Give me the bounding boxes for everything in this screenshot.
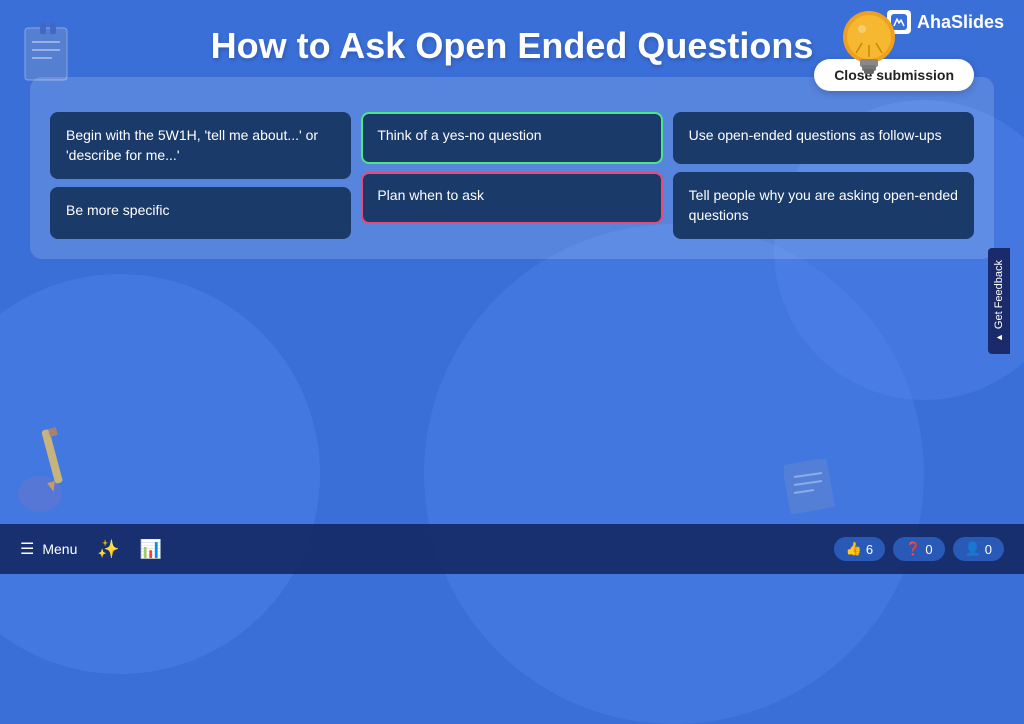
lightbulb-decoration xyxy=(834,5,904,100)
card-6[interactable]: Tell people why you are asking open-ende… xyxy=(673,172,974,239)
feedback-arrow-icon: ▲ xyxy=(994,333,1004,342)
user-stat: 👤 0 xyxy=(953,537,1004,561)
bottom-bar: ☰ Menu ✨ 📊 👍 6 ❓ 0 👤 0 xyxy=(0,524,1024,574)
card-5[interactable]: Use open-ended questions as follow-ups xyxy=(673,112,974,164)
page-title: How to Ask Open Ended Questions xyxy=(80,25,944,67)
user-count: 0 xyxy=(985,542,992,557)
hamburger-icon: ☰ xyxy=(20,539,34,559)
chart-icon[interactable]: 📊 xyxy=(140,539,162,560)
menu-button[interactable]: ☰ Menu xyxy=(20,539,77,559)
question-count: 0 xyxy=(925,542,932,557)
bottom-left-controls: ☰ Menu ✨ 📊 xyxy=(20,539,162,560)
thumbs-up-icon: 👍 xyxy=(846,541,862,557)
card-2[interactable]: Be more specific xyxy=(50,187,351,239)
content-area: Close submission Begin with the 5W1H, 't… xyxy=(30,77,994,259)
card-4[interactable]: Plan when to ask xyxy=(361,172,662,224)
thumbs-up-stat: 👍 6 xyxy=(834,537,885,561)
card-1[interactable]: Begin with the 5W1H, 'tell me about...' … xyxy=(50,112,351,179)
cards-grid: Begin with the 5W1H, 'tell me about...' … xyxy=(50,112,974,239)
menu-label: Menu xyxy=(42,541,77,557)
user-icon: 👤 xyxy=(965,541,981,557)
bottom-right-stats: 👍 6 ❓ 0 👤 0 xyxy=(834,537,1004,561)
deco-notepad-bottom xyxy=(784,459,844,519)
question-icon: ❓ xyxy=(905,541,921,557)
feedback-tab[interactable]: ▲ Get Feedback xyxy=(988,248,1010,354)
card-column-2: Think of a yes-no question Plan when to … xyxy=(361,112,662,239)
card-3[interactable]: Think of a yes-no question xyxy=(361,112,662,164)
card-column-3: Use open-ended questions as follow-ups T… xyxy=(673,112,974,239)
thumbs-up-count: 6 xyxy=(866,542,873,557)
deco-hand-pencil xyxy=(10,414,90,519)
card-column-1: Begin with the 5W1H, 'tell me about...' … xyxy=(50,112,351,239)
feedback-label: Get Feedback xyxy=(993,260,1005,329)
question-stat: ❓ 0 xyxy=(893,537,944,561)
sparkle-icon[interactable]: ✨ xyxy=(97,539,119,560)
